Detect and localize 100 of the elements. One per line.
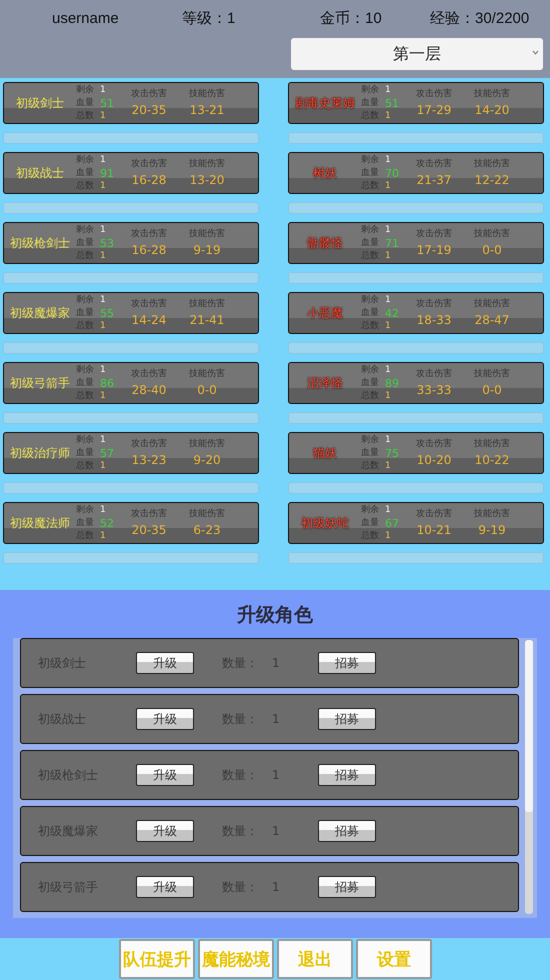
- skill-value: 21-41: [190, 312, 224, 329]
- stat-label: 攻击伤害: [131, 228, 167, 241]
- upgrade-button[interactable]: 升级: [136, 876, 194, 898]
- stat-label: 技能伤害: [474, 298, 510, 311]
- upgrade-button[interactable]: 升级: [136, 764, 194, 786]
- hp-value: 67: [385, 516, 400, 530]
- unit-name: 初级妖蛇: [300, 514, 350, 532]
- stat-label: 血量: [76, 516, 95, 530]
- attack-value: 16-28: [132, 172, 166, 189]
- total-value: 1: [100, 180, 107, 192]
- recruit-button[interactable]: 招募: [318, 764, 376, 786]
- hp-value: 51: [100, 96, 115, 110]
- total-value: 1: [100, 110, 107, 122]
- attack-value: 28-40: [132, 382, 166, 399]
- total-value: 1: [100, 530, 107, 542]
- recruit-button[interactable]: 招募: [318, 652, 376, 674]
- stat-label: 血量: [361, 166, 380, 180]
- stat-label: 攻击伤害: [131, 438, 167, 451]
- hp-value: 70: [385, 166, 400, 180]
- upgrade-button[interactable]: 升级: [136, 652, 194, 674]
- upgrade-button[interactable]: 升级: [136, 820, 194, 842]
- skill-value: 0-0: [482, 242, 502, 259]
- remaining-value: 1: [385, 154, 392, 166]
- stat-label: 剩余: [361, 504, 380, 516]
- recruit-button[interactable]: 招募: [318, 708, 376, 730]
- recruit-button[interactable]: 招募: [318, 876, 376, 898]
- unit-name: 猫妖: [312, 444, 338, 462]
- attack-value: 18-33: [416, 312, 452, 329]
- stat-label: 血量: [76, 96, 95, 110]
- unit-name: 沼泽怪: [306, 374, 344, 392]
- stat-label: 技能伤害: [189, 228, 225, 241]
- skill-value: 9-20: [193, 452, 221, 469]
- attack-value: 20-35: [132, 522, 166, 539]
- total-value: 1: [385, 250, 392, 262]
- skill-value: 13-20: [190, 172, 224, 189]
- hp-value: 51: [385, 96, 400, 110]
- stat-label: 剩余: [76, 504, 95, 516]
- recruit-button[interactable]: 招募: [318, 820, 376, 842]
- hp-value: 42: [385, 306, 400, 320]
- caret-icon: [532, 50, 539, 55]
- total-value: 1: [100, 460, 107, 472]
- skill-value: 9-19: [193, 242, 221, 259]
- scrollbar[interactable]: [525, 640, 533, 914]
- stat-label: 技能伤害: [189, 158, 225, 171]
- remaining-value: 1: [100, 294, 107, 306]
- stat-label: 剩余: [76, 294, 95, 306]
- skill-value: 9-19: [478, 522, 506, 539]
- stat-label: 血量: [76, 376, 95, 390]
- stat-label: 剩余: [76, 224, 95, 236]
- unit-name: 初级魔爆家: [9, 304, 71, 322]
- stat-label: 技能伤害: [474, 88, 510, 101]
- skill-value: 28-47: [474, 312, 510, 329]
- player-stat: 等级：1: [182, 8, 236, 28]
- remaining-value: 1: [100, 224, 107, 236]
- remaining-value: 1: [385, 84, 392, 96]
- remaining-value: 1: [100, 504, 107, 516]
- upgrade-button[interactable]: 升级: [136, 708, 194, 730]
- floor-dropdown[interactable]: 第一层: [291, 38, 543, 70]
- attack-value: 17-19: [416, 242, 452, 259]
- hp-value: 86: [100, 376, 115, 390]
- stat-label: 血量: [361, 96, 380, 110]
- stat-label: 血量: [361, 236, 380, 250]
- player-stat: username: [52, 10, 120, 26]
- unit-name: 初级枪剑士: [9, 234, 71, 252]
- unit-name: 小恶魔: [306, 304, 344, 322]
- hp-value: 53: [100, 236, 115, 250]
- stat-label: 技能伤害: [474, 508, 510, 521]
- hp-value: 75: [385, 446, 400, 460]
- stat-label: 剩余: [76, 364, 95, 376]
- scrollbar-thumb[interactable]: [525, 640, 533, 812]
- stat-label: 技能伤害: [189, 438, 225, 451]
- stat-label: 血量: [76, 166, 95, 180]
- attack-value: 16-28: [132, 242, 166, 259]
- remaining-value: 1: [385, 434, 392, 446]
- attack-value: 33-33: [416, 382, 452, 399]
- attack-value: 17-29: [416, 102, 452, 119]
- unit-name: 初级战士: [15, 164, 65, 182]
- stat-label: 血量: [76, 446, 95, 460]
- attack-value: 10-20: [416, 452, 452, 469]
- stat-label: 剩余: [361, 434, 380, 446]
- skill-value: 10-22: [474, 452, 510, 469]
- attack-value: 20-35: [132, 102, 166, 119]
- stat-label: 攻击伤害: [416, 298, 452, 311]
- stat-label: 攻击伤害: [131, 508, 167, 521]
- stat-label: 攻击伤害: [416, 158, 452, 171]
- stat-label: 技能伤害: [189, 508, 225, 521]
- stat-label: 剩余: [76, 84, 95, 96]
- total-value: 1: [100, 390, 107, 402]
- remaining-value: 1: [100, 84, 107, 96]
- stat-label: 血量: [76, 236, 95, 250]
- player-stat: 金币：10: [320, 8, 383, 28]
- hp-value: 55: [100, 306, 115, 320]
- stat-label: 攻击伤害: [416, 368, 452, 381]
- stat-label: 技能伤害: [189, 88, 225, 101]
- stat-label: 剩余: [361, 84, 380, 96]
- stat-label: 攻击伤害: [131, 158, 167, 171]
- stat-label: 技能伤害: [189, 368, 225, 381]
- stat-label: 血量: [361, 516, 380, 530]
- remaining-value: 1: [100, 364, 107, 376]
- stat-label: 剩余: [76, 434, 95, 446]
